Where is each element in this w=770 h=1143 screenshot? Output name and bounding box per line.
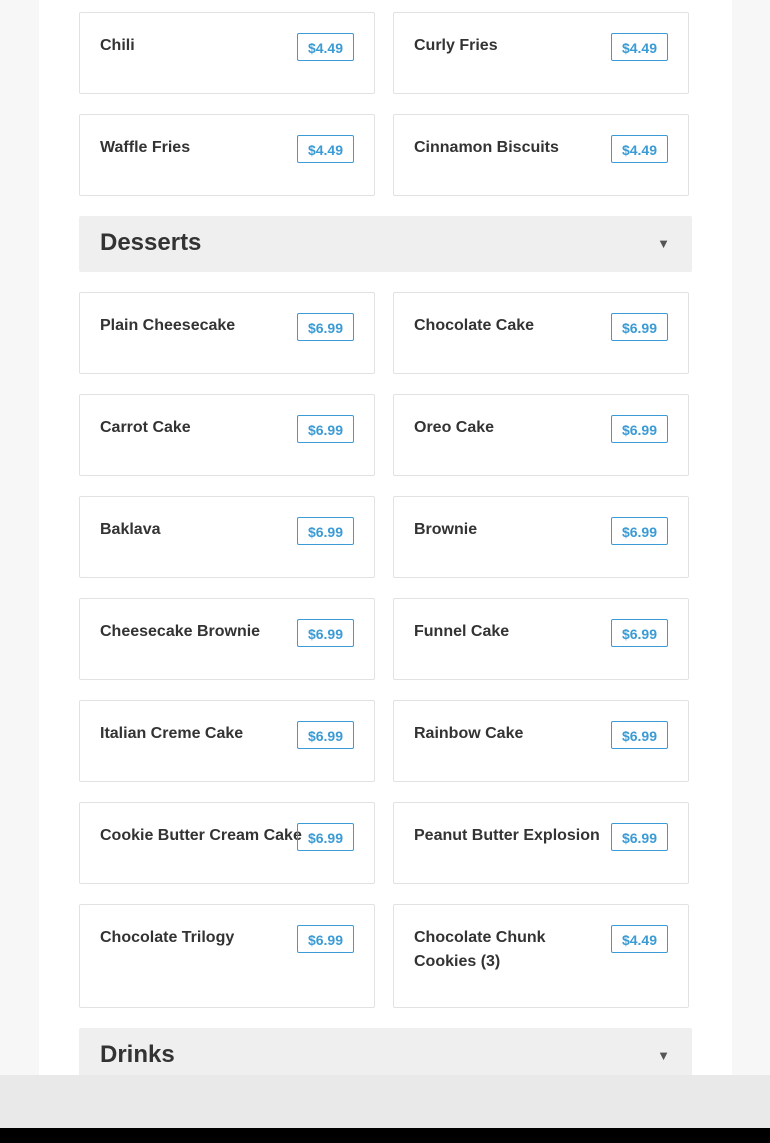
chevron-down-icon[interactable]: ▼ [657,236,670,252]
menu-item-name: Cookie Butter Cream Cake [100,827,302,844]
add-to-order-price-button[interactable]: $6.99 [610,619,668,647]
add-to-order-price-button[interactable]: $4.49 [610,135,668,163]
menu-item-card[interactable]: Chili $4.49 [79,12,375,94]
menu-item-card[interactable]: Chocolate Chunk Cookies (3) $4.49 [393,904,689,1008]
menu-item-name: Chocolate Chunk Cookies (3) [414,929,546,970]
menu-item-card[interactable]: Cookie Butter Cream Cake $6.99 [79,802,375,884]
menu-item-name: Waffle Fries [100,139,191,156]
chevron-down-icon[interactable]: ▼ [657,1048,670,1064]
menu-item-name: Cheesecake Brownie [100,623,261,640]
menu-item-card[interactable]: Peanut Butter Explosion $6.99 [393,802,689,884]
menu-item-card[interactable]: Oreo Cake $6.99 [393,394,689,476]
menu-item-name: Chocolate Cake [414,317,535,334]
section-title: Drinks [100,1041,175,1068]
menu-item-card[interactable]: Funnel Cake $6.99 [393,598,689,680]
menu-item-card[interactable]: Plain Cheesecake $6.99 [79,292,375,374]
page: Chili $4.49 Curly Fries $4.49 Waffle Fri… [0,0,770,1143]
menu-item-name: Oreo Cake [414,419,495,436]
add-to-order-price-button[interactable]: $6.99 [296,517,354,545]
menu-item-name: Curly Fries [414,37,498,54]
add-to-order-price-button[interactable]: $6.99 [610,415,668,443]
add-to-order-price-button[interactable]: $6.99 [296,415,354,443]
add-to-order-price-button[interactable]: $6.99 [296,619,354,647]
menu-item-card[interactable]: Cheesecake Brownie $6.99 [79,598,375,680]
menu-content: Chili $4.49 Curly Fries $4.49 Waffle Fri… [39,0,732,1075]
menu-item-card[interactable]: Carrot Cake $6.99 [79,394,375,476]
menu-item-card[interactable]: Curly Fries $4.49 [393,12,689,94]
menu-item-name: Italian Creme Cake [100,725,244,742]
menu-item-name: Peanut Butter Explosion [414,827,600,844]
section-header-desserts[interactable]: Desserts ▼ [79,216,692,272]
add-to-order-price-button[interactable]: $6.99 [296,925,354,953]
add-to-order-price-button[interactable]: $6.99 [296,313,354,341]
menu-item-name: Brownie [414,521,478,538]
menu-item-card[interactable]: Chocolate Trilogy $6.99 [79,904,375,1008]
bottom-bar [0,1128,770,1143]
menu-item-name: Funnel Cake [414,623,510,640]
menu-item-card[interactable]: Cinnamon Biscuits $4.49 [393,114,689,196]
add-to-order-price-button[interactable]: $6.99 [610,721,668,749]
add-to-order-price-button[interactable]: $4.49 [296,33,354,61]
menu-item-name: Plain Cheesecake [100,317,236,334]
menu-item-card[interactable]: Baklava $6.99 [79,496,375,578]
menu-item-card[interactable]: Brownie $6.99 [393,496,689,578]
menu-item-card[interactable]: Rainbow Cake $6.99 [393,700,689,782]
add-to-order-price-button[interactable]: $6.99 [296,823,354,851]
add-to-order-price-button[interactable]: $6.99 [296,721,354,749]
menu-item-name: Cinnamon Biscuits [414,139,559,156]
add-to-order-price-button[interactable]: $4.49 [610,33,668,61]
menu-item-card[interactable]: Chocolate Cake $6.99 [393,292,689,374]
add-to-order-price-button[interactable]: $4.49 [610,925,668,953]
menu-item-name: Rainbow Cake [414,725,524,742]
menu-item-name: Chili [100,37,135,54]
menu-item-name: Chocolate Trilogy [100,929,235,946]
menu-item-name: Baklava [100,521,161,538]
add-to-order-price-button[interactable]: $6.99 [610,517,668,545]
menu-item-name: Carrot Cake [100,419,191,436]
menu-item-card[interactable]: Waffle Fries $4.49 [79,114,375,196]
section-header-drinks[interactable]: Drinks ▼ [79,1028,692,1075]
add-to-order-price-button[interactable]: $4.49 [296,135,354,163]
add-to-order-price-button[interactable]: $6.99 [610,313,668,341]
add-to-order-price-button[interactable]: $6.99 [610,823,668,851]
section-title: Desserts [100,229,202,256]
menu-item-card[interactable]: Italian Creme Cake $6.99 [79,700,375,782]
footer-bar [0,1075,770,1128]
